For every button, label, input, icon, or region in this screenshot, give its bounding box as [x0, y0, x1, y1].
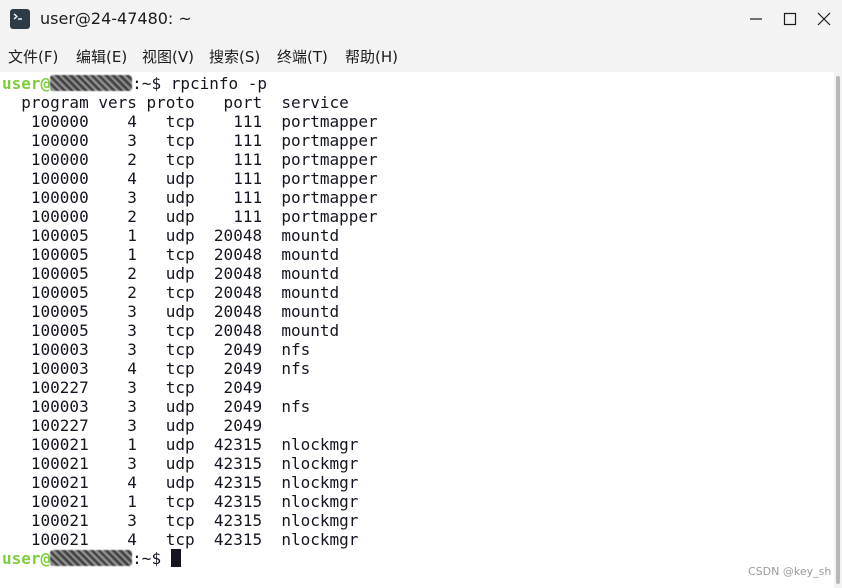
table-row: 100005 2 udp 20048 mountd	[2, 264, 340, 283]
table-row: 100021 1 tcp 42315 nlockmgr	[2, 492, 359, 511]
table-row: 100000 2 tcp 111 portmapper	[2, 150, 378, 169]
redacted-hostname	[50, 75, 133, 91]
text-cursor	[170, 549, 181, 567]
table-row: 100021 1 udp 42315 nlockmgr	[2, 435, 359, 454]
table-row: 100000 2 udp 111 portmapper	[2, 207, 378, 226]
table-row: 100005 2 tcp 20048 mountd	[2, 283, 340, 302]
table-header: program vers proto port service	[2, 93, 349, 112]
table-row: 100000 3 tcp 111 portmapper	[2, 131, 378, 150]
table-row: 100021 4 udp 42315 nlockmgr	[2, 473, 359, 492]
prompt-suffix: :~$	[132, 549, 171, 568]
table-row: 100003 3 udp 2049 nfs	[2, 397, 311, 416]
command-line: user@ :~$ rpcinfo -p	[2, 74, 267, 93]
menu-view[interactable]: 视图(V)	[142, 46, 194, 67]
table-row: 100005 3 udp 20048 mountd	[2, 302, 340, 321]
prompt-suffix: :~$	[132, 74, 171, 93]
title-bar[interactable]: user@24-47480: ~	[0, 0, 842, 38]
table-row: 100003 4 tcp 2049 nfs	[2, 359, 311, 378]
prompt-user: user@	[2, 74, 51, 93]
active-prompt-line[interactable]: user@ :~$	[2, 549, 181, 568]
minimize-button[interactable]	[744, 8, 768, 30]
watermark: CSDN @key_sh	[748, 565, 832, 578]
table-row: 100021 3 udp 42315 nlockmgr	[2, 454, 359, 473]
table-row: 100005 1 udp 20048 mountd	[2, 226, 340, 245]
table-row: 100227 3 tcp 2049	[2, 378, 263, 397]
menu-help[interactable]: 帮助(H)	[345, 46, 398, 67]
window-title: user@24-47480: ~	[40, 9, 192, 28]
menu-bar: 文件(F) 编辑(E) 视图(V) 搜索(S) 终端(T) 帮助(H)	[0, 38, 842, 72]
table-row: 100227 3 udp 2049	[2, 416, 263, 435]
table-row: 100000 4 udp 111 portmapper	[2, 169, 378, 188]
prompt-user: user@	[2, 549, 51, 568]
table-row: 100003 3 tcp 2049 nfs	[2, 340, 311, 359]
scrollbar-thumb[interactable]	[836, 76, 840, 584]
menu-search[interactable]: 搜索(S)	[209, 46, 260, 67]
terminal-icon	[10, 9, 30, 29]
table-row: 100005 3 tcp 20048 mountd	[2, 321, 340, 340]
table-row: 100000 4 tcp 111 portmapper	[2, 112, 378, 131]
maximize-button[interactable]	[778, 8, 802, 30]
close-button[interactable]	[812, 8, 836, 30]
redacted-hostname	[50, 550, 133, 566]
menu-file[interactable]: 文件(F)	[8, 46, 58, 67]
table-row: 100000 3 udp 111 portmapper	[2, 188, 378, 207]
terminal-output[interactable]: user@ :~$ rpcinfo -p program vers proto p…	[0, 72, 834, 588]
command-text: rpcinfo -p	[170, 74, 268, 93]
menu-terminal[interactable]: 终端(T)	[277, 46, 328, 67]
table-row: 100005 1 tcp 20048 mountd	[2, 245, 340, 264]
table-row: 100021 3 tcp 42315 nlockmgr	[2, 511, 359, 530]
vertical-scrollbar[interactable]	[834, 72, 842, 588]
table-row: 100021 4 tcp 42315 nlockmgr	[2, 530, 359, 549]
menu-edit[interactable]: 编辑(E)	[76, 46, 127, 67]
